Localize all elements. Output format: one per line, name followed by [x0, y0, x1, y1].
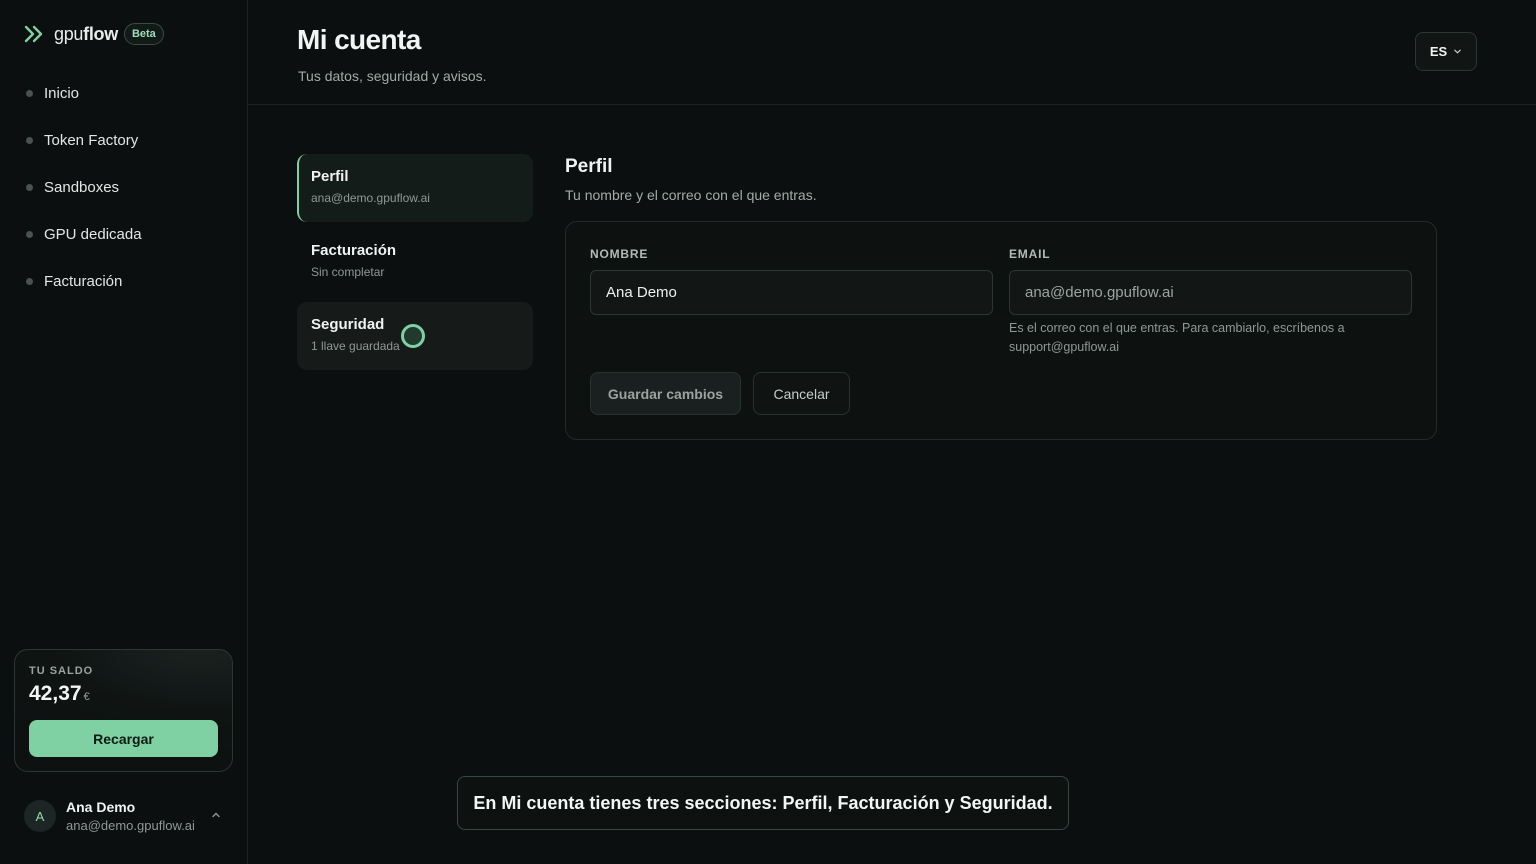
- language-label: ES: [1429, 44, 1448, 59]
- tab-subtitle: Sin completar: [311, 265, 385, 279]
- balance-currency: €: [83, 691, 90, 703]
- sidebar: gpuflow Beta Inicio Token Factory Sandbo…: [0, 0, 248, 864]
- email-label: EMAIL: [1009, 247, 1051, 261]
- double-chevron-logo-icon: [24, 25, 43, 43]
- user-info: Ana Demo ana@demo.gpuflow.ai: [66, 799, 195, 833]
- language-select[interactable]: ES: [1415, 32, 1477, 71]
- beta-badge: Beta: [123, 23, 164, 45]
- sidebar-item-label: GPU dedicada: [44, 226, 142, 243]
- sidebar-nav: Inicio Token Factory Sandboxes GPU dedic…: [0, 70, 247, 305]
- tab-title: Perfil: [311, 168, 349, 185]
- page-header: Mi cuenta Tus datos, seguridad y avisos.…: [248, 0, 1536, 105]
- page-title: Mi cuenta: [297, 24, 421, 55]
- balance-title: TU SALDO: [29, 665, 94, 677]
- brand-name: gpuflow: [54, 23, 118, 44]
- tab-perfil[interactable]: Perfil ana@demo.gpuflow.ai: [297, 154, 533, 222]
- name-label: NOMBRE: [590, 247, 649, 261]
- user-name: Ana Demo: [66, 799, 136, 815]
- tab-title: Facturación: [311, 242, 397, 259]
- sidebar-item-label: Sandboxes: [44, 179, 120, 196]
- recharge-button[interactable]: Recargar: [29, 720, 218, 757]
- bullet-icon: [26, 278, 33, 285]
- page-subtitle: Tus datos, seguridad y avisos.: [298, 68, 487, 84]
- bullet-icon: [26, 231, 33, 238]
- email-field[interactable]: [1009, 270, 1412, 315]
- sidebar-item-token-factory[interactable]: Token Factory: [0, 117, 247, 164]
- tab-subtitle: ana@demo.gpuflow.ai: [311, 191, 430, 205]
- balance-amount: 42,37 €: [29, 682, 90, 705]
- sidebar-item-label: Inicio: [44, 85, 80, 102]
- caption-banner: En Mi cuenta tienes tres secciones: Perf…: [457, 776, 1069, 830]
- panel-title: Perfil: [565, 156, 613, 177]
- tab-facturacion[interactable]: Facturación Sin completar: [297, 228, 533, 296]
- account-sections: Perfil ana@demo.gpuflow.ai Facturación S…: [297, 154, 533, 376]
- sidebar-item-label: Token Factory: [44, 132, 139, 149]
- bullet-icon: [26, 137, 33, 144]
- brand-logo[interactable]: gpuflow Beta: [24, 23, 164, 45]
- profile-form: NOMBRE EMAIL Es el correo con el que ent…: [565, 221, 1437, 440]
- sidebar-item-facturacion[interactable]: Facturación: [0, 258, 247, 305]
- balance-card: TU SALDO 42,37 € Recargar: [14, 649, 233, 772]
- bullet-icon: [26, 90, 33, 97]
- name-input[interactable]: [590, 270, 993, 315]
- bullet-icon: [26, 184, 33, 191]
- save-button[interactable]: Guardar cambios: [590, 372, 741, 415]
- sidebar-item-label: Facturación: [44, 273, 123, 290]
- email-help-text: Es el correo con el que entras. Para cam…: [1009, 321, 1345, 354]
- user-email: ana@demo.gpuflow.ai: [66, 818, 195, 833]
- sidebar-item-inicio[interactable]: Inicio: [0, 70, 247, 117]
- cancel-button[interactable]: Cancelar: [753, 372, 850, 415]
- cursor-highlight-icon: [401, 324, 425, 348]
- tab-seguridad[interactable]: Seguridad 1 llave guardada: [297, 302, 533, 370]
- user-menu[interactable]: A Ana Demo ana@demo.gpuflow.ai: [24, 796, 232, 836]
- chevron-down-icon: [1454, 49, 1461, 54]
- panel-subtitle: Tu nombre y el correo con el que entras.: [565, 187, 817, 203]
- sidebar-item-sandboxes[interactable]: Sandboxes: [0, 164, 247, 211]
- chevron-up-icon: [212, 812, 220, 818]
- avatar: A: [24, 800, 56, 832]
- sidebar-item-gpu-dedicada[interactable]: GPU dedicada: [0, 211, 247, 258]
